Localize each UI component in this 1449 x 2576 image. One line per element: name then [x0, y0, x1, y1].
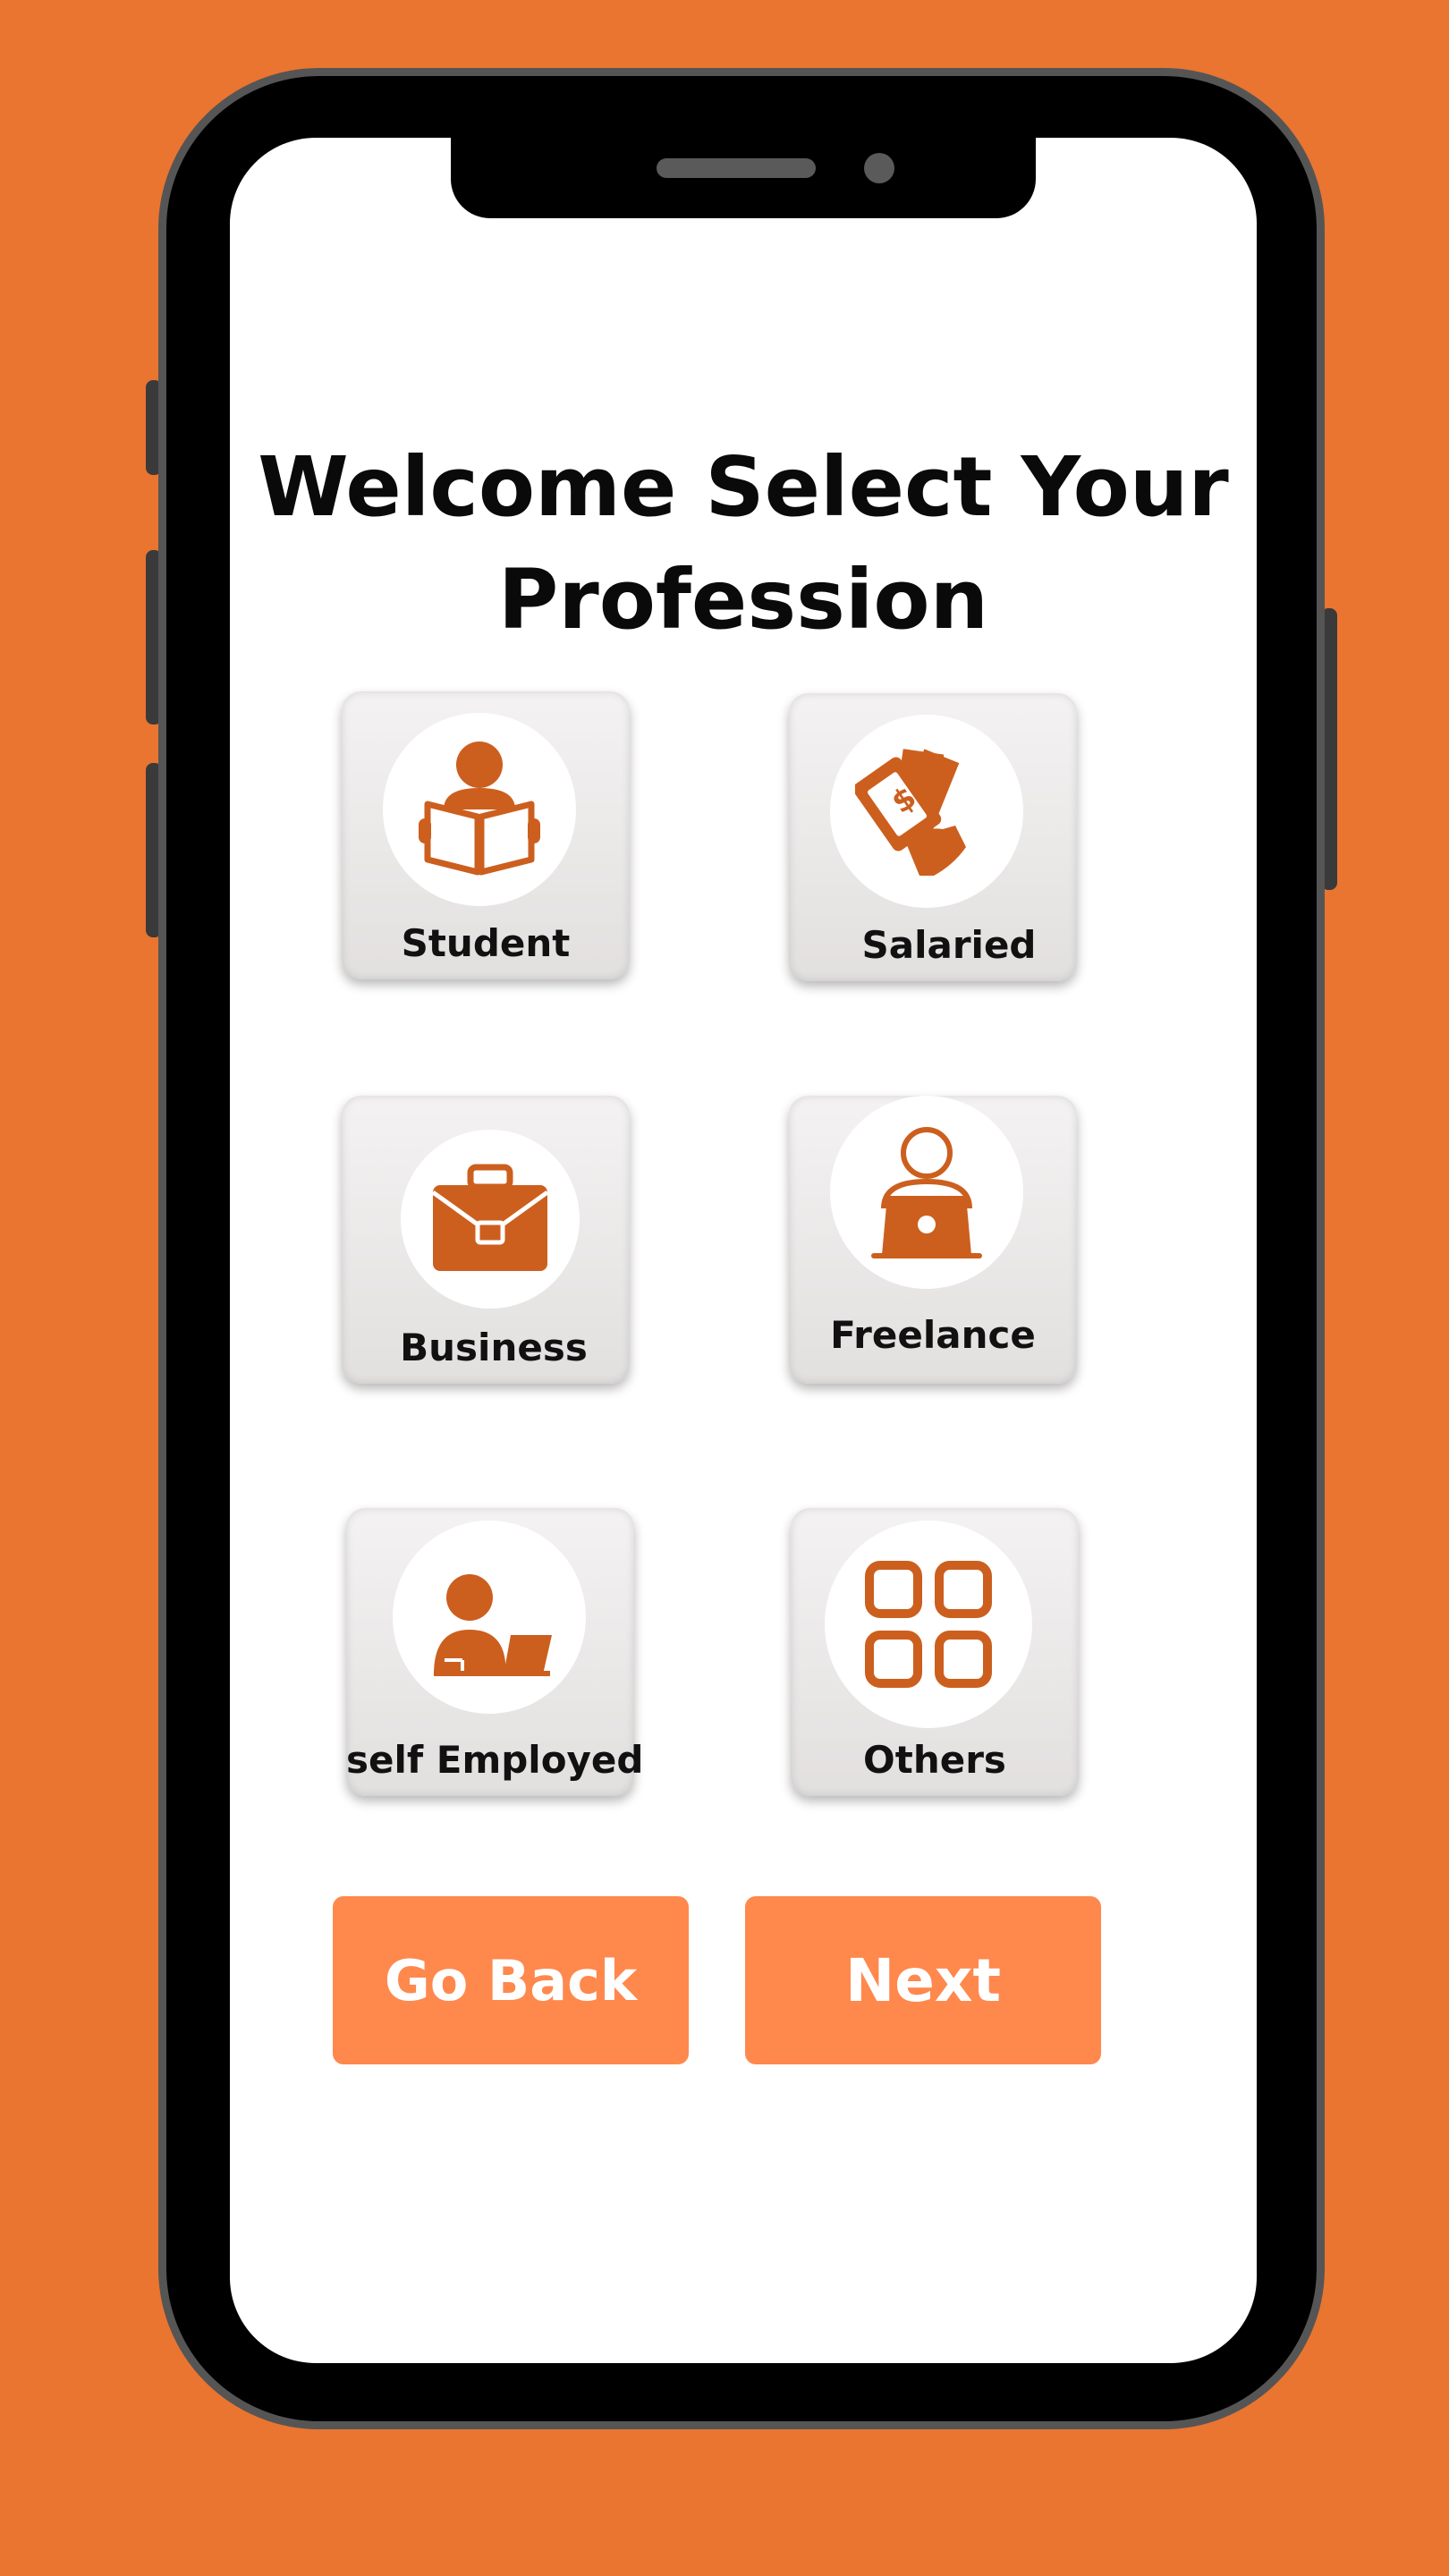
option-freelance[interactable]: Freelance — [789, 1096, 1077, 1384]
option-label: Others — [863, 1738, 1006, 1782]
option-self-employed[interactable]: self Employed — [346, 1508, 644, 1796]
option-business[interactable]: Business — [342, 1096, 630, 1384]
grid-icon — [865, 1561, 992, 1688]
option-label: Salaried — [861, 923, 1037, 967]
option-salaried[interactable]: $ Salaried — [789, 693, 1077, 981]
icon-disc — [830, 1096, 1023, 1289]
page-title-line-1: Welcome Select Your — [258, 439, 1229, 535]
money-in-hand-icon: $ — [855, 749, 966, 876]
phone-notch — [451, 138, 1036, 218]
icon-disc: $ — [830, 715, 1023, 908]
person-laptop-icon — [871, 1127, 982, 1258]
icon-disc — [401, 1130, 580, 1309]
option-label: Business — [400, 1326, 588, 1369]
option-student[interactable]: Student — [342, 691, 630, 979]
icon-disc — [825, 1521, 1032, 1728]
option-label: self Employed — [346, 1738, 644, 1782]
next-button[interactable]: Next — [745, 1896, 1101, 2064]
front-camera — [864, 153, 894, 183]
page-title: Welcome Select Your Profession — [230, 431, 1257, 657]
page-title-line-2: Profession — [497, 552, 989, 648]
option-label: Student — [401, 921, 571, 965]
icon-disc — [383, 713, 576, 906]
go-back-button[interactable]: Go Back — [333, 1896, 689, 2064]
option-label: Freelance — [830, 1313, 1036, 1357]
briefcase-icon — [431, 1164, 549, 1271]
icon-disc — [393, 1521, 586, 1714]
reading-person-icon — [419, 741, 540, 876]
speaker-grille — [657, 158, 816, 178]
option-others[interactable]: Others — [791, 1508, 1079, 1796]
person-at-desk-icon — [434, 1574, 552, 1676]
